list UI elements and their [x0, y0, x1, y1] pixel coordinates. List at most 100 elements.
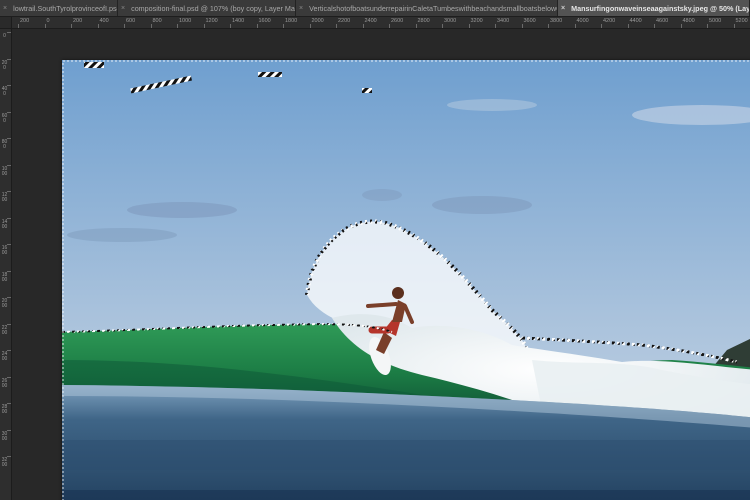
document-tab-label: composition-final.psd @ 107% (boy copy, … [131, 4, 296, 13]
ruler-tick-label: 2800 [1, 404, 8, 415]
ruler-tick [7, 350, 11, 351]
ruler-tick [124, 24, 125, 28]
ruler-tick [7, 85, 11, 86]
ruler-tick-label: 1800 [285, 18, 298, 24]
ruler-tick [7, 244, 11, 245]
ruler-tick-label: 3200 [1, 457, 8, 468]
ruler-tick-label: 4000 [576, 18, 589, 24]
ruler-tick-label: 4600 [656, 18, 669, 24]
ruler-tick [7, 323, 11, 325]
ruler-origin[interactable] [0, 17, 12, 29]
ruler-tick [627, 24, 629, 28]
document-tab-1[interactable]: × lowtrail.SouthTyrolprovinceofI.psd [0, 0, 118, 16]
ruler-tick-label: 800 [1, 139, 8, 150]
ruler-tick [521, 24, 523, 28]
ruler-tick-label: 3000 [444, 18, 457, 24]
ruler-tick-label: 1800 [1, 271, 8, 283]
ruler-tick [7, 297, 11, 298]
ruler-tick [733, 24, 735, 28]
surfer-photo [62, 60, 750, 500]
ruler-tick [442, 24, 443, 28]
ruler-tick-label: 5000 [709, 18, 722, 24]
ruler-tick [44, 24, 46, 28]
pasteboard[interactable] [12, 29, 750, 500]
ruler-tick [415, 24, 417, 28]
ruler-tick-label: 2000 [1, 298, 8, 309]
ruler-tick-label: 3400 [497, 18, 510, 24]
ruler-tick-label: 200 [1, 59, 8, 71]
ruler-tick-label: 1000 [179, 18, 192, 24]
ruler-tick [7, 58, 11, 60]
close-tab-icon[interactable]: × [3, 5, 7, 12]
ruler-tick [574, 24, 576, 28]
ruler-tick-label: 2800 [417, 18, 430, 24]
ruler-tick [177, 24, 178, 28]
document-tab-3[interactable]: × VerticalshotofboatsunderrepairinCaletaT… [296, 0, 558, 16]
ruler-tick [7, 191, 11, 192]
ruler-tick [362, 24, 364, 28]
ruler-tick [71, 24, 72, 28]
horizontal-ruler[interactable]: 200 0 200 400 600 800 1000 1200 1400 1600 1800 2000… [12, 17, 750, 29]
ruler-tick-label: 1400 [232, 18, 245, 24]
ruler-tick-label: 2400 [1, 351, 8, 362]
ruler-tick-label: 3600 [523, 18, 536, 24]
ruler-tick [7, 164, 11, 166]
document-tab-4[interactable]: × Mansurfingonwaveinseaagainstsky.jpeg @ … [558, 0, 750, 16]
ruler-tick [7, 138, 11, 139]
ruler-tick [283, 24, 284, 28]
ruler-tick-label: 2000 [311, 18, 324, 24]
ruler-tick-label: 600 [126, 18, 136, 24]
ruler-tick [230, 24, 231, 28]
ruler-tick-label: 2600 [391, 18, 404, 24]
ruler-tick [495, 24, 496, 28]
ruler-tick [7, 111, 11, 113]
ruler-tick [548, 24, 549, 28]
ruler-tick [7, 376, 11, 378]
close-tab-icon[interactable]: × [299, 5, 303, 12]
ruler-tick [7, 217, 11, 219]
ruler-tick [97, 24, 99, 28]
ruler-tick [389, 24, 390, 28]
ruler-tick-label: 2200 [1, 324, 8, 336]
ruler-tick [203, 24, 205, 28]
ruler-tick-label: 200 [73, 18, 83, 24]
ruler-tick [309, 24, 311, 28]
close-tab-icon[interactable]: × [121, 5, 125, 12]
ruler-tick [707, 24, 708, 28]
ruler-tick-label: 400 [99, 18, 109, 24]
ruler-tick-label: 0 [46, 18, 50, 24]
ruler-tick-label: 1200 [1, 192, 8, 203]
ruler-tick [468, 24, 470, 28]
document-tab-label: lowtrail.SouthTyrolprovinceofI.psd [13, 4, 118, 13]
document-tab-2[interactable]: × composition-final.psd @ 107% (boy copy,… [118, 0, 296, 16]
vertical-ruler[interactable]: 0 200 400 600 800 1000 1200 1400 1600 1800 2000 220… [0, 29, 12, 500]
ruler-tick-label: 4400 [629, 18, 642, 24]
ruler-tick-label: 3200 [470, 18, 483, 24]
ruler-tick [7, 429, 11, 431]
ruler-tick-label: 2400 [364, 18, 377, 24]
ruler-tick-label: 3000 [1, 430, 8, 442]
ruler-tick-label: 4200 [603, 18, 616, 24]
ruler-tick [7, 403, 11, 404]
ruler-tick [150, 24, 152, 28]
ruler-tick-label: 0 [3, 33, 6, 39]
ruler-tick [7, 456, 11, 457]
ruler-tick [7, 270, 11, 272]
ruler-tick-label: 5200 [735, 18, 748, 24]
ruler-tick [336, 24, 337, 28]
ruler-tick [256, 24, 258, 28]
document-tab-bar: × lowtrail.SouthTyrolprovinceofI.psd × comp… [0, 0, 750, 17]
document-tab-label: VerticalshotofboatsunderrepairinCaletaTu… [309, 4, 557, 13]
ruler-tick-label: 400 [1, 86, 8, 97]
ruler-tick-label: 2600 [1, 377, 8, 389]
document-canvas[interactable] [62, 60, 750, 500]
ruler-tick [654, 24, 655, 28]
ruler-tick [7, 32, 11, 33]
ruler-tick-label: 200 [20, 18, 30, 24]
ruler-tick-label: 2200 [338, 18, 351, 24]
close-tab-icon[interactable]: × [561, 5, 565, 12]
ruler-tick-label: 1600 [258, 18, 271, 24]
ruler-tick-label: 1000 [1, 165, 8, 177]
ruler-tick [680, 24, 682, 28]
ruler-tick [601, 24, 602, 28]
